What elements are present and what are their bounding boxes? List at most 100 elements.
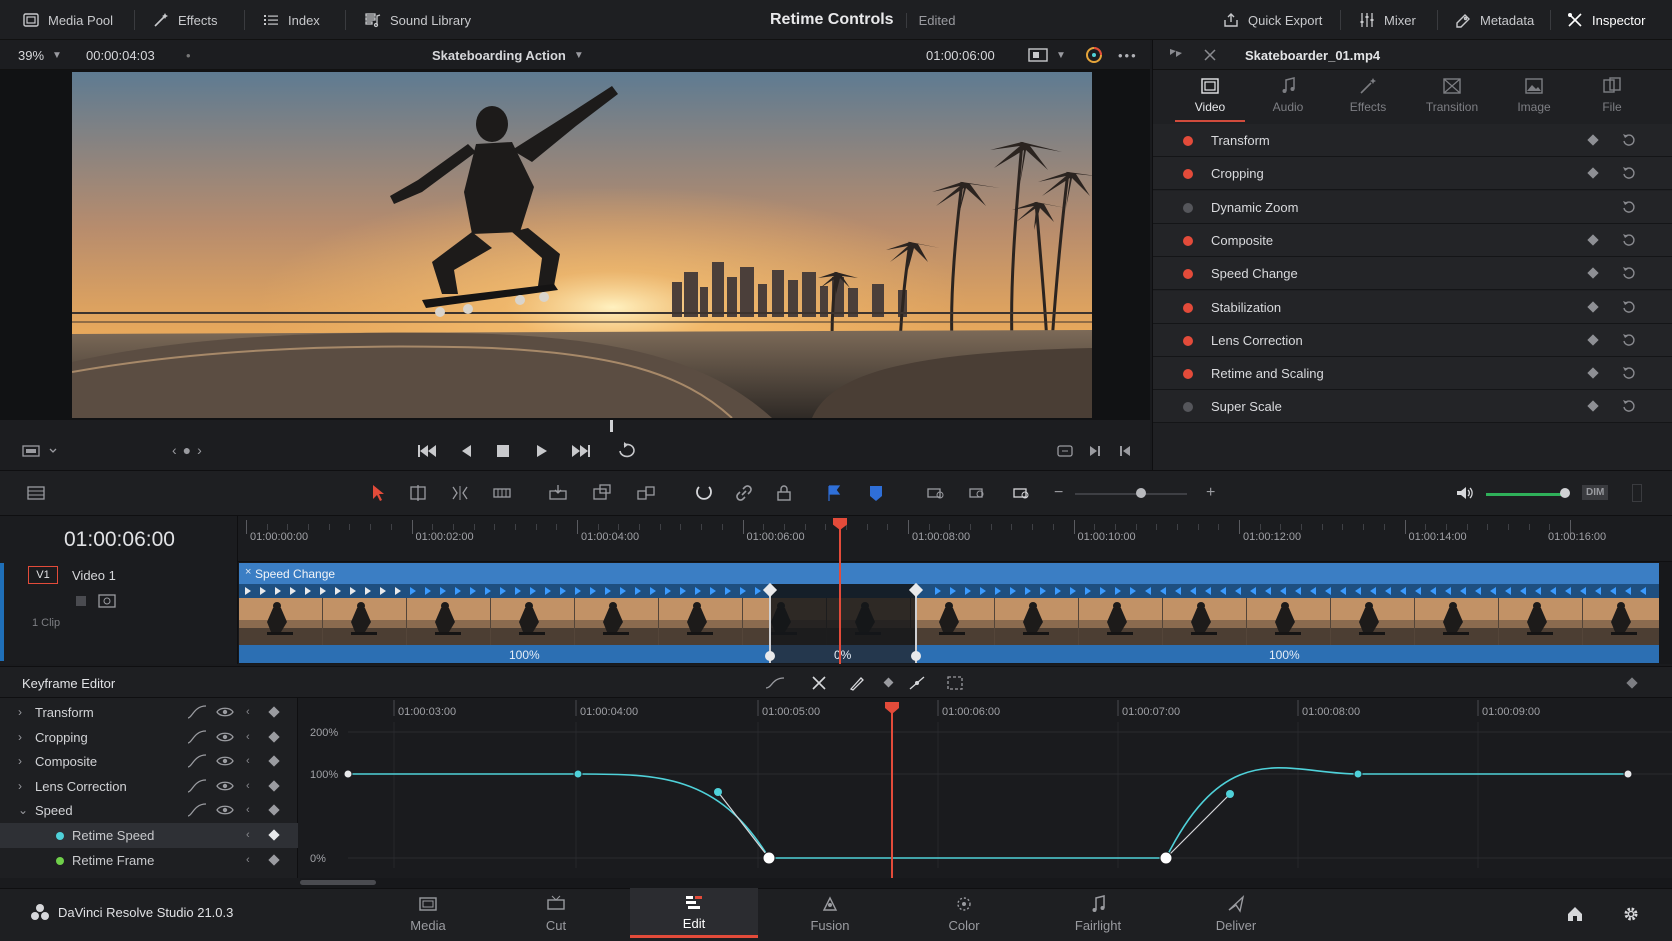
keyframe-point[interactable] [762,851,776,865]
tab-transition[interactable]: Transition [1417,76,1487,122]
add-keyframe-icon[interactable] [883,677,894,688]
flag-marker-dropdown[interactable] [822,482,846,504]
viewer-layout-dropdown[interactable] [22,444,60,461]
reset-icon[interactable] [1621,132,1637,148]
segment-speed-3[interactable]: 100% [1269,648,1300,662]
curve-ease-button[interactable] [764,676,786,693]
timeline-view-options-button[interactable] [24,482,48,504]
sound-library-button[interactable]: Sound Library [364,0,471,40]
keyframe-row-retime-frame[interactable]: Retime Frame ‹ [0,848,298,873]
position-lock-toggle[interactable] [772,482,796,504]
reset-icon[interactable] [1621,332,1637,348]
keyframe-row-composite[interactable]: › Composite ‹ [0,749,298,774]
enable-toggle[interactable] [1183,235,1193,246]
curve-toggle-icon[interactable] [186,753,208,769]
trim-tool-button[interactable] [406,482,430,504]
keyframe-row-lens-correction[interactable]: › Lens Correction ‹ [0,774,298,799]
marker-dropdown[interactable] [864,482,888,504]
zoom-full-button[interactable] [924,482,948,504]
go-to-end-button[interactable] [570,440,592,462]
tangent-handle-point[interactable] [1226,790,1234,798]
enable-toggle[interactable] [1183,369,1193,380]
reset-icon[interactable] [1621,365,1637,381]
speed-curve-line[interactable] [348,767,1628,859]
previous-keyframe-icon[interactable]: ‹ [246,731,250,743]
linear-keyframe-button[interactable] [810,675,828,694]
overwrite-clip-button[interactable] [590,482,614,504]
keyframe-diamond-icon[interactable] [268,755,280,767]
eye-icon[interactable] [216,730,234,744]
volume-handle[interactable] [1560,488,1570,498]
inspector-row-retime-and-scaling[interactable]: Retime and Scaling [1153,357,1672,391]
keyframe-diamond-icon[interactable] [268,780,280,792]
index-button[interactable]: Index [262,0,320,40]
play-button[interactable] [531,440,553,462]
inspector-row-dynamic-zoom[interactable]: Dynamic Zoom [1153,190,1672,224]
page-tab-fairlight[interactable]: Fairlight [1034,888,1162,938]
zoom-detail-button[interactable] [966,482,990,504]
previous-keyframe-icon[interactable]: ‹ [246,804,250,816]
keyframe-diamond-icon[interactable] [1587,234,1599,246]
keyframe-diamond-icon[interactable] [1587,367,1599,379]
zoom-custom-button[interactable] [1010,482,1034,504]
enable-toggle[interactable] [1183,136,1193,146]
speed-point-bottom-1[interactable] [765,651,775,661]
volume-slider[interactable] [1486,493,1566,496]
curve-toggle-icon[interactable] [186,729,208,745]
keyframe-diamond-icon[interactable] [1587,400,1599,413]
inspector-row-transform[interactable]: Transform [1153,124,1672,157]
keyframe-diamond-icon[interactable] [1587,334,1599,346]
zoom-dropdown[interactable]: 39% ▼ [18,40,62,70]
zoom-out-icon[interactable]: − [1054,484,1063,502]
volume-button[interactable] [1452,482,1476,504]
keyframe-curve-graph[interactable]: 01:00:03:00 01:00:04:00 01:00:05:00 01:00:0… [298,698,1672,878]
tab-image[interactable]: Image [1499,76,1569,122]
smooth-tangent-button[interactable] [908,675,926,694]
viewer-mode-dropdown[interactable]: ▼ [1028,40,1066,70]
inspector-row-composite[interactable]: Composite [1153,223,1672,257]
color-wheel-button[interactable] [1084,40,1104,70]
keyframe-point[interactable] [1159,851,1173,865]
dim-audio-button[interactable]: DIM [1582,485,1609,500]
graph-playhead-head[interactable] [885,702,899,714]
chevron-right-icon[interactable]: › [18,755,30,767]
flag-icon[interactable] [1167,46,1185,67]
keyframe-nav-icon[interactable] [1626,677,1638,689]
insert-clip-button[interactable] [546,482,570,504]
chevron-right-icon[interactable]: › [18,706,30,718]
quick-export-button[interactable]: Quick Export [1222,0,1322,40]
enable-toggle[interactable] [1183,335,1193,346]
speed-point-bottom-2[interactable] [911,651,921,661]
linked-selection-toggle[interactable] [732,482,756,504]
inspector-row-speed-change[interactable]: Speed Change [1153,257,1672,291]
timeline-zoom-slider[interactable] [1075,493,1187,495]
enable-toggle[interactable] [1183,269,1193,280]
eye-icon[interactable] [216,803,234,817]
keyframe-row-speed[interactable]: ⌄ Speed ‹ [0,798,298,823]
loop-button[interactable] [616,440,638,462]
close-icon[interactable]: × [245,566,251,578]
home-button[interactable] [1566,905,1584,926]
previous-keyframe-icon[interactable]: ‹ [246,755,250,767]
tab-file[interactable]: File [1577,76,1647,122]
eye-icon[interactable] [216,779,234,793]
keyframe-diamond-icon[interactable] [1587,267,1599,279]
media-pool-button[interactable]: Media Pool [22,0,113,40]
keyframe-row-transform[interactable]: › Transform ‹ [0,700,298,725]
reset-icon[interactable] [1621,165,1637,181]
reset-icon[interactable] [1621,199,1637,215]
selection-tool-button[interactable] [366,482,390,504]
chevron-right-icon[interactable]: › [18,731,30,743]
keyframe-diamond-icon[interactable] [1587,300,1599,313]
previous-keyframe-icon[interactable]: ‹ [246,780,250,792]
dynamic-trim-button[interactable] [448,482,472,504]
go-to-start-button[interactable] [416,440,438,462]
tab-audio[interactable]: Audio [1253,76,1323,122]
more-options-icon[interactable]: ••• [1118,40,1138,70]
enable-toggle[interactable] [1183,202,1193,213]
stop-button[interactable] [492,440,514,462]
previous-keyframe-icon[interactable]: ‹ [246,854,250,866]
eye-icon[interactable] [216,754,234,768]
replace-clip-button[interactable] [634,482,658,504]
previous-keyframe-icon[interactable]: ‹ [246,829,250,841]
